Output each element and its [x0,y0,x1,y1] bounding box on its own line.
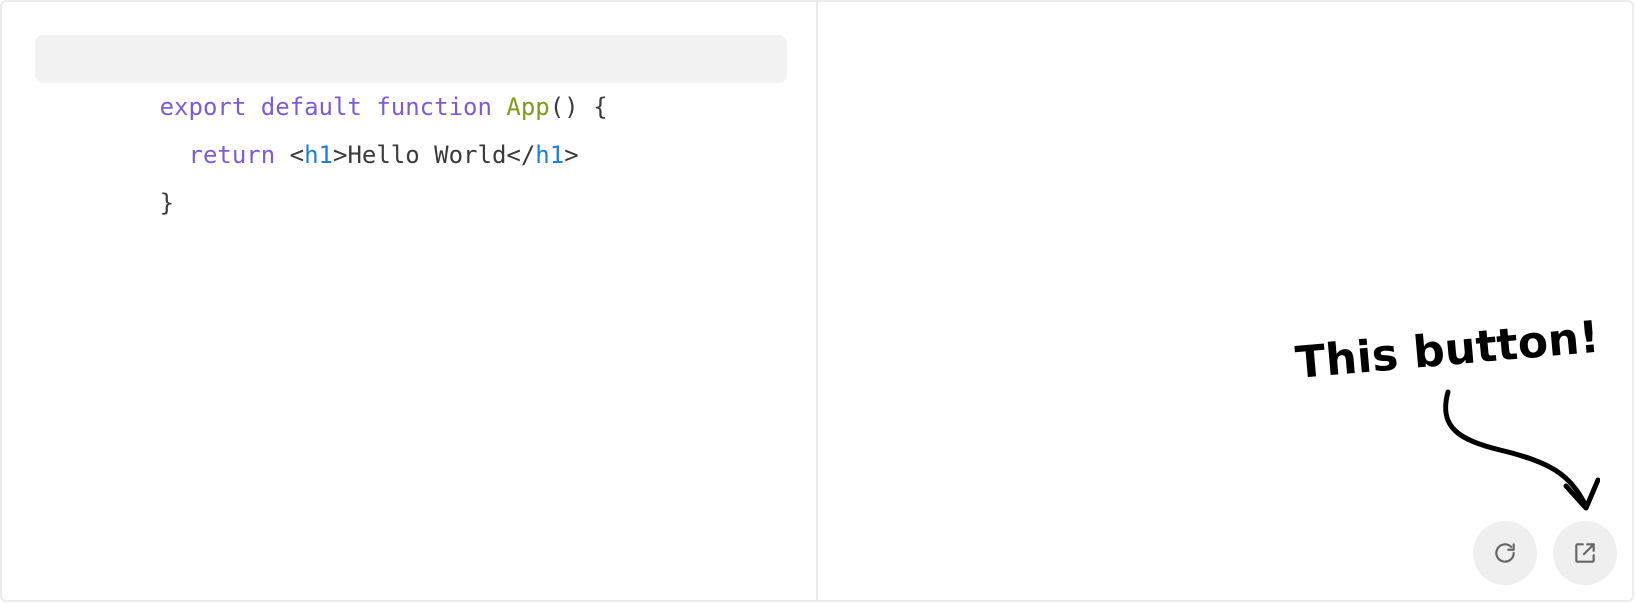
code-token: } [159,189,175,217]
code-token: >Hello World</ [333,141,536,169]
code-token: return [159,141,290,169]
code-token: < [289,141,305,169]
code-token: h1 [535,141,565,169]
code-token: () { [549,93,608,121]
code-line-1[interactable]: export default function App() { [35,35,787,121]
refresh-icon [1495,543,1515,563]
annotation-arrow-icon [1443,389,1600,511]
code-token: App [506,93,550,121]
refresh-button[interactable] [1473,521,1537,585]
code-token: > [564,141,579,169]
code-token: h1 [304,141,333,169]
code-block[interactable]: export default function App() { return <… [35,35,787,217]
code-token: export default function [159,93,507,121]
external-link-icon [1575,543,1595,563]
sandbox-frame: export default function App() { return <… [0,0,1634,602]
open-in-new-window-button[interactable] [1553,521,1617,585]
code-editor[interactable]: export default function App() { return <… [2,2,818,600]
